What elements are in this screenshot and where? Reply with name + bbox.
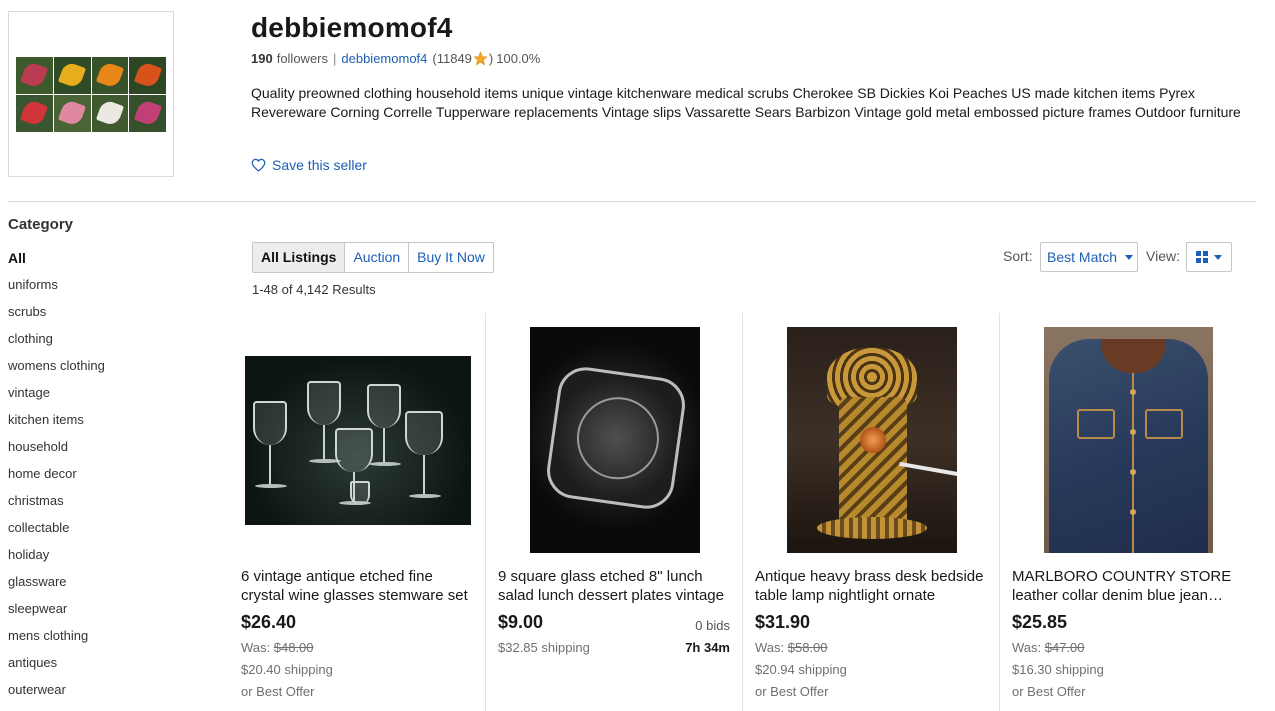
flower-tile — [91, 56, 129, 94]
sort-label: Sort: — [1003, 248, 1033, 264]
followers-label: followers — [276, 51, 328, 66]
brass-lamp-photo — [786, 327, 957, 553]
save-seller-label: Save this seller — [272, 157, 367, 173]
listing-price: $9.00 — [498, 612, 544, 632]
category-item-household[interactable]: household — [8, 437, 105, 464]
listing-best-offer: or Best Offer — [755, 684, 829, 699]
listing-type-tabs: All Listings Auction Buy It Now — [252, 242, 494, 273]
seller-meta: 190 followers | debbiemomof4 (11849 ) 10… — [251, 51, 540, 66]
listing-shipping: $32.85 shipping — [498, 640, 590, 655]
listing-image[interactable] — [1000, 327, 1257, 553]
category-item-home-decor[interactable]: home decor — [8, 464, 105, 491]
flower-tile — [53, 94, 91, 132]
listing-shipping: $20.94 shipping — [755, 662, 847, 677]
category-item-outerwear[interactable]: outerwear — [8, 680, 105, 707]
glass-plate-photo — [529, 327, 700, 553]
meta-separator: | — [333, 51, 337, 66]
tab-all-listings[interactable]: All Listings — [253, 243, 345, 272]
sort-value: Best Match — [1047, 249, 1118, 265]
seller-name: debbiemomof4 — [251, 12, 453, 43]
view-dropdown[interactable] — [1186, 242, 1232, 272]
feedback-close: ) — [488, 51, 494, 66]
category-item-all[interactable]: All — [8, 248, 105, 275]
save-seller-button[interactable]: Save this seller — [251, 157, 367, 173]
listing-card[interactable]: 6 vintage antique etched fine crystal wi… — [229, 313, 486, 711]
seller-description: Quality preowned clothing household item… — [251, 85, 1241, 120]
chevron-down-icon — [1214, 254, 1222, 260]
listing-image[interactable] — [743, 327, 1000, 553]
positive-feedback: 100.0% — [496, 51, 541, 66]
results-count: 1-48 of 4,142 Results — [252, 282, 376, 297]
listing-was-price: Was: $48.00 — [241, 640, 314, 655]
chevron-down-icon — [1125, 254, 1134, 260]
flower-tile — [16, 94, 53, 132]
listing-title[interactable]: 6 vintage antique etched fine crystal wi… — [241, 567, 475, 605]
flower-tile — [53, 56, 91, 94]
feedback-score[interactable]: (11849 — [432, 51, 472, 66]
star-icon — [473, 51, 488, 66]
listing-price: $31.90 — [755, 612, 811, 632]
category-item-antiques[interactable]: antiques — [8, 653, 105, 680]
category-item-mens-clothing[interactable]: mens clothing — [8, 626, 105, 653]
listing-title[interactable]: Antique heavy brass desk bedside table l… — [755, 567, 989, 605]
listing-best-offer: or Best Offer — [1012, 684, 1086, 699]
grid-view-icon — [1196, 251, 1208, 263]
category-item-glassware[interactable]: glassware — [8, 572, 105, 599]
category-heading: Category — [8, 216, 74, 233]
category-item-clothing[interactable]: clothing — [8, 329, 105, 356]
listing-was-price: Was: $58.00 — [755, 640, 828, 655]
listing-price: $25.85 — [1012, 612, 1068, 632]
tab-buy-it-now[interactable]: Buy It Now — [408, 243, 493, 272]
flower-photo-collage — [16, 56, 166, 132]
seller-avatar — [8, 11, 174, 177]
denim-jacket-photo — [1044, 327, 1213, 553]
category-item-holiday[interactable]: holiday — [8, 545, 105, 572]
listing-bids: 0 bids — [695, 618, 730, 633]
category-item-uniforms[interactable]: uniforms — [8, 275, 105, 302]
category-list: All uniforms scrubs clothing womens clot… — [8, 248, 105, 707]
category-item-scrubs[interactable]: scrubs — [8, 302, 105, 329]
flower-tile — [16, 56, 53, 94]
listing-card[interactable]: 9 square glass etched 8" lunch salad lun… — [486, 313, 743, 711]
listing-image[interactable] — [486, 327, 743, 553]
listing-card[interactable]: Antique heavy brass desk bedside table l… — [743, 313, 1000, 711]
view-label: View: — [1146, 248, 1180, 264]
category-item-womens-clothing[interactable]: womens clothing — [8, 356, 105, 383]
follower-count: 190 — [251, 51, 273, 66]
flower-tile — [129, 56, 166, 94]
listing-shipping: $16.30 shipping — [1012, 662, 1104, 677]
listing-best-offer: or Best Offer — [241, 684, 315, 699]
category-item-christmas[interactable]: christmas — [8, 491, 105, 518]
category-item-kitchen-items[interactable]: kitchen items — [8, 410, 105, 437]
listing-price: $26.40 — [241, 612, 297, 632]
listing-title[interactable]: 9 square glass etched 8" lunch salad lun… — [498, 567, 732, 605]
listing-was-price: Was: $47.00 — [1012, 640, 1085, 655]
listing-image[interactable] — [229, 327, 486, 553]
heart-icon — [251, 158, 266, 172]
header-divider — [8, 201, 1256, 202]
flower-tile — [129, 94, 166, 132]
wine-glasses-photo — [244, 355, 471, 525]
category-item-vintage[interactable]: vintage — [8, 383, 105, 410]
category-item-sleepwear[interactable]: sleepwear — [8, 599, 105, 626]
listing-shipping: $20.40 shipping — [241, 662, 333, 677]
category-item-collectable[interactable]: collectable — [8, 518, 105, 545]
seller-username-link[interactable]: debbiemomof4 — [341, 51, 427, 66]
sort-dropdown[interactable]: Best Match — [1040, 242, 1138, 272]
flower-tile — [91, 94, 129, 132]
tab-auction[interactable]: Auction — [344, 243, 408, 272]
listing-card[interactable]: MARLBORO COUNTRY STORE leather collar de… — [1000, 313, 1257, 711]
listing-time-left: 7h 34m — [685, 640, 730, 655]
listing-title[interactable]: MARLBORO COUNTRY STORE leather collar de… — [1012, 567, 1246, 605]
